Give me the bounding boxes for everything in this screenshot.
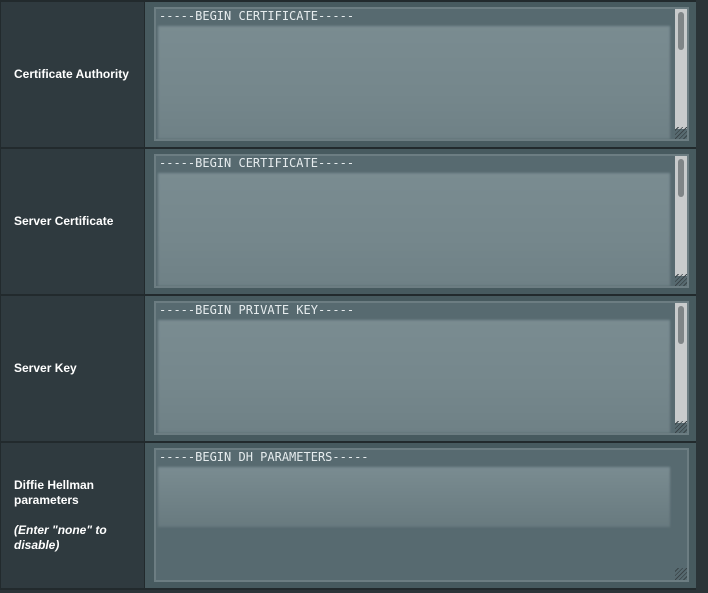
resize-grip-icon[interactable] <box>675 274 687 286</box>
resize-grip-icon[interactable] <box>675 127 687 139</box>
certificate-authority-textarea[interactable]: -----BEGIN CERTIFICATE----- <box>154 7 689 141</box>
scrollbar-thumb[interactable] <box>678 12 684 50</box>
row-server-certificate: Server Certificate -----BEGIN CERTIFICAT… <box>0 149 696 296</box>
label-dh-parameters: Diffie Hellman parameters <box>14 478 95 507</box>
row-server-key: Server Key -----BEGIN PRIVATE KEY----- <box>0 296 696 443</box>
redacted-content <box>158 467 670 527</box>
certificate-settings-table: Certificate Authority -----BEGIN CERTIFI… <box>0 0 696 590</box>
resize-grip-icon[interactable] <box>675 421 687 433</box>
dh-hint: (Enter "none" to disable) <box>14 523 107 552</box>
scrollbar-thumb[interactable] <box>678 159 684 197</box>
resize-grip-icon[interactable] <box>675 568 687 580</box>
server-certificate-textarea[interactable]: -----BEGIN CERTIFICATE----- <box>154 154 689 288</box>
scrollbar[interactable] <box>675 9 687 129</box>
label-server-certificate: Server Certificate <box>14 214 114 228</box>
dh-parameters-textarea[interactable]: -----BEGIN DH PARAMETERS----- <box>154 448 689 582</box>
row-dh-parameters: Diffie Hellman parameters (Enter "none" … <box>0 443 696 590</box>
scrollbar[interactable] <box>675 156 687 276</box>
row-certificate-authority: Certificate Authority -----BEGIN CERTIFI… <box>0 2 696 149</box>
server-key-textarea[interactable]: -----BEGIN PRIVATE KEY----- <box>154 301 689 435</box>
redacted-content <box>158 26 670 139</box>
label-certificate-authority: Certificate Authority <box>14 67 129 81</box>
scrollbar-thumb[interactable] <box>678 306 684 344</box>
label-server-key: Server Key <box>14 361 77 375</box>
redacted-content <box>158 320 670 433</box>
redacted-content <box>158 173 670 286</box>
scrollbar[interactable] <box>675 303 687 423</box>
page-edge <box>696 0 708 593</box>
